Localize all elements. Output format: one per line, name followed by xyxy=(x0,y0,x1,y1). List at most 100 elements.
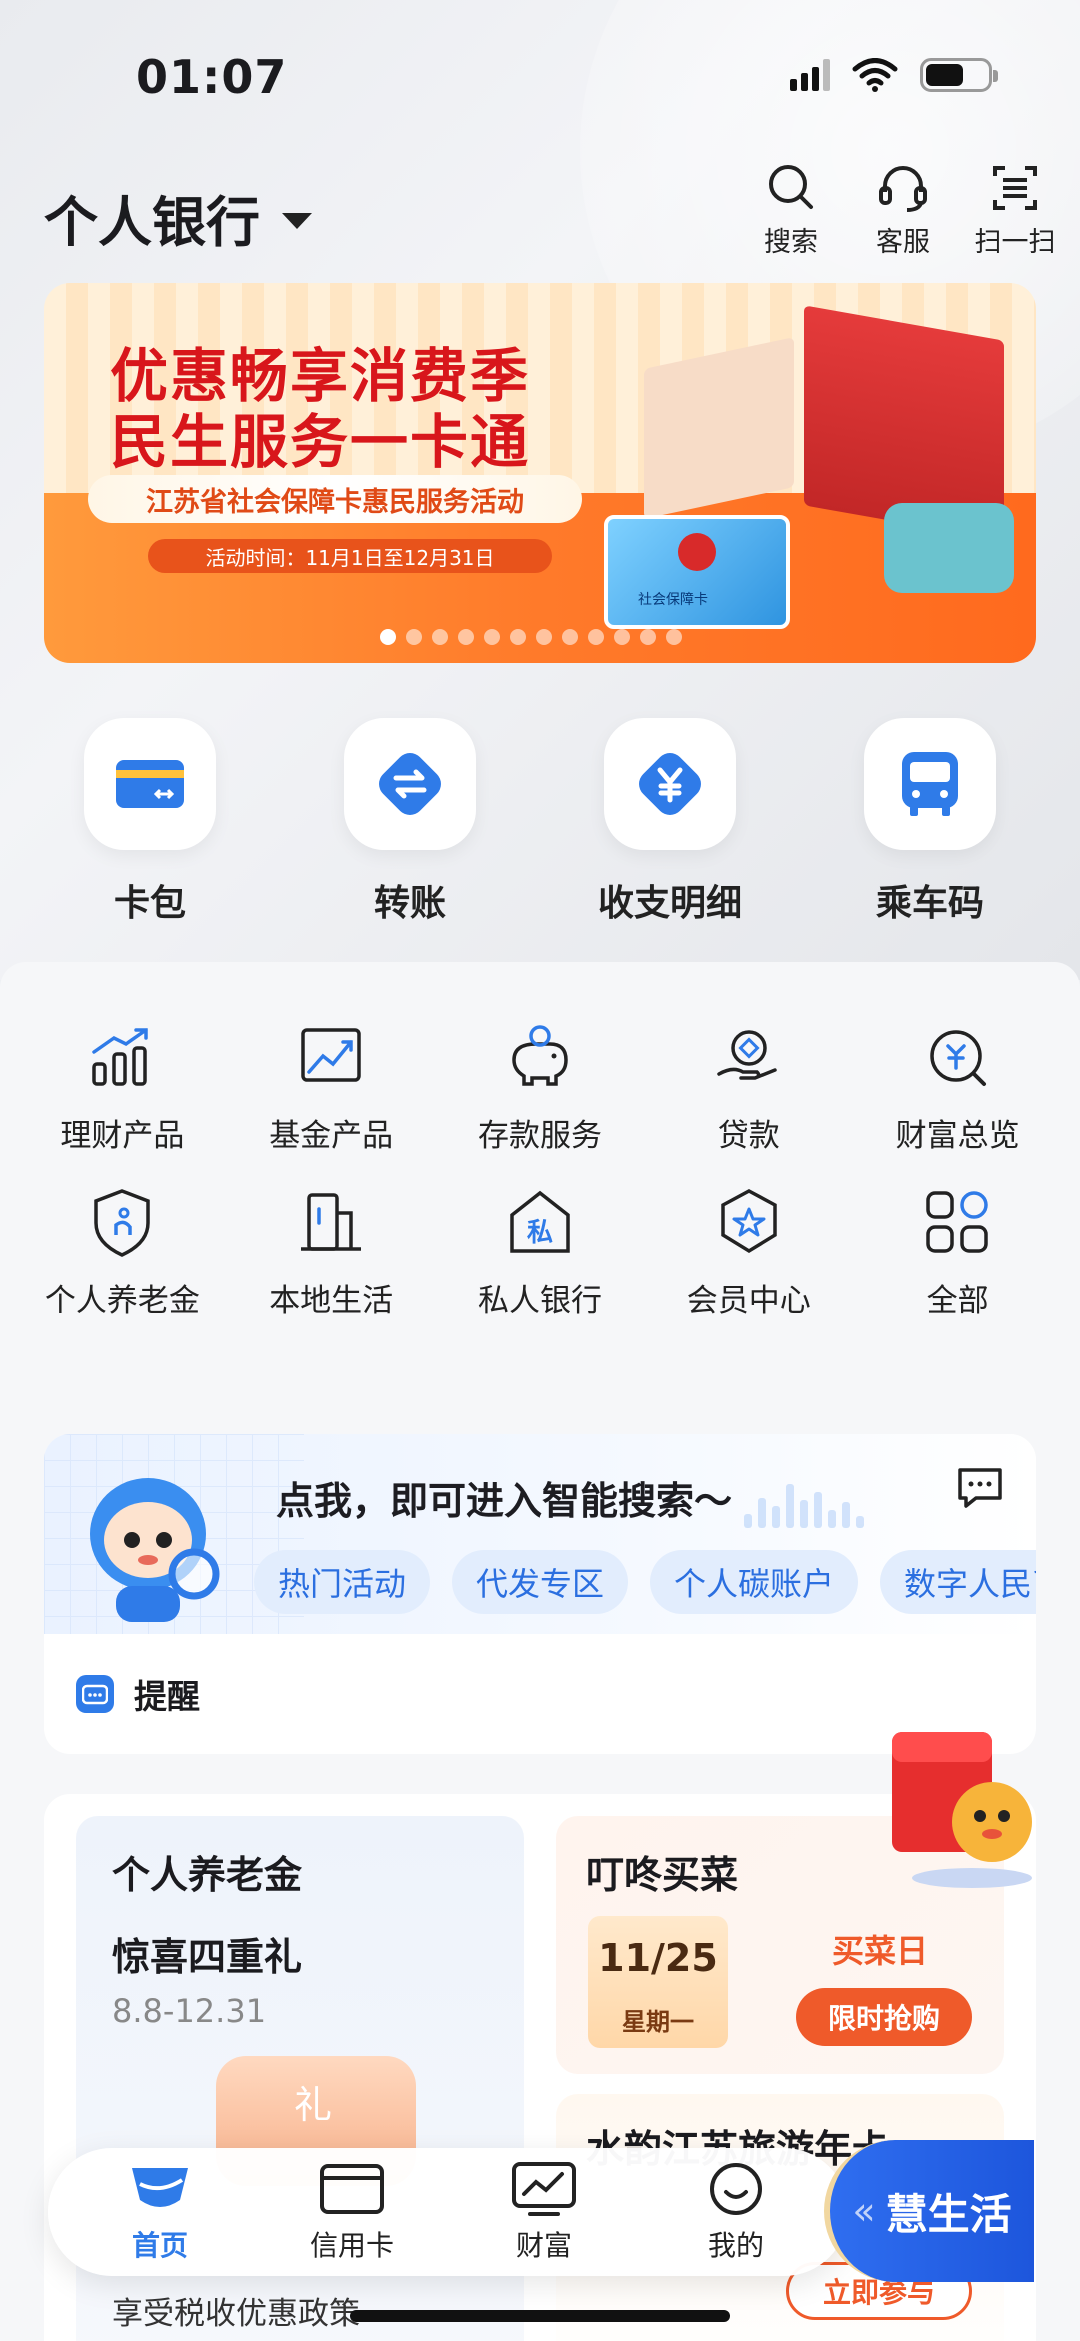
nav-wealth[interactable]: 财富 xyxy=(459,2160,629,2264)
service-deposit[interactable]: 存款服务 xyxy=(436,1018,645,1155)
all-grid-icon xyxy=(925,1191,988,1253)
reminder-label: 提醒 xyxy=(134,1677,200,1716)
chip-digital-rmb[interactable]: 数字人民币 xyxy=(880,1550,1036,1614)
service-private-banking[interactable]: 私 私人银行 xyxy=(436,1183,645,1320)
service-all[interactable]: 全部 xyxy=(853,1183,1062,1320)
bus-code-button[interactable]: 乘车码 xyxy=(810,718,1050,928)
service-wealth-products[interactable]: 理财产品 xyxy=(18,1018,227,1155)
carousel-dot[interactable] xyxy=(406,629,422,645)
header-actions: 搜索 客服 扫一扫 xyxy=(746,160,1060,259)
transfer-button[interactable]: 转账 xyxy=(290,718,530,928)
service-label: 私人银行 xyxy=(477,1283,602,1319)
pension-promo-title: 个人养老金 xyxy=(112,1853,303,1897)
battery-icon xyxy=(920,58,998,92)
carousel-dot[interactable] xyxy=(666,629,682,645)
member-star-icon xyxy=(721,1189,777,1254)
service-fund-products[interactable]: 基金产品 xyxy=(227,1018,436,1155)
search-button[interactable]: 搜索 xyxy=(746,160,836,259)
floating-mascot-icon[interactable] xyxy=(882,1722,1042,1892)
banner-scooter-illustration xyxy=(884,503,1014,593)
smart-life-button[interactable]: « 慧生活 xyxy=(824,2140,1034,2282)
chip-payroll-zone[interactable]: 代发专区 xyxy=(452,1550,629,1614)
banner-headline: 优惠畅享消费季 民生服务一卡通 xyxy=(110,343,530,475)
wealth-search-icon xyxy=(929,1030,986,1086)
service-label: 本地生活 xyxy=(269,1283,394,1319)
carousel-dot[interactable] xyxy=(510,629,526,645)
app-header: 个人银行 搜索 客服 扫一扫 xyxy=(0,160,1080,270)
carousel-dot[interactable] xyxy=(484,629,500,645)
nav-credit-card[interactable]: 信用卡 xyxy=(267,2160,437,2264)
smart-search-card: 点我，即可进入智能搜索～ 热门活动 代发专区 个人碳账户 数字人民币 提醒 xyxy=(44,1434,1036,1754)
carousel-dot[interactable] xyxy=(640,629,656,645)
main-panel: 理财产品 基金产品 存款服务 贷款 财富总览 个人养老金 本地生活 私 私人银行 xyxy=(0,962,1080,2341)
service-label: 贷款 xyxy=(717,1118,780,1154)
bank-switcher[interactable]: 个人银行 xyxy=(44,178,312,257)
status-time: 01:07 xyxy=(136,50,288,104)
carousel-dot[interactable] xyxy=(458,629,474,645)
card-wallet-icon xyxy=(84,718,216,850)
service-label: 理财产品 xyxy=(60,1118,185,1154)
smart-life-label: 慧生活 xyxy=(885,2189,1012,2239)
chip-hot-activities[interactable]: 热门活动 xyxy=(254,1550,431,1614)
customer-service-button[interactable]: 客服 xyxy=(858,160,948,259)
quick-actions: 卡包 转账 收支明细 乘车码 xyxy=(0,718,1080,928)
scan-button[interactable]: 扫一扫 xyxy=(970,160,1060,259)
cellular-signal-icon xyxy=(790,59,830,91)
banner-building-illustration xyxy=(644,337,794,519)
date-ticket: 11/25 星期一 xyxy=(588,1916,728,2048)
bar-chart-icon xyxy=(92,1028,149,1086)
double-chevron-left-icon: « xyxy=(852,2189,876,2233)
home-indicator[interactable] xyxy=(350,2310,730,2322)
profile-smile-icon xyxy=(710,2163,762,2215)
status-icons xyxy=(790,58,998,92)
carousel-dot[interactable] xyxy=(588,629,604,645)
nav-label: 财富 xyxy=(515,2229,572,2262)
carousel-dot[interactable] xyxy=(432,629,448,645)
grocery-date: 11/25 xyxy=(598,1936,718,1980)
building-icon xyxy=(301,1193,362,1251)
card-wallet-button[interactable]: 卡包 xyxy=(30,718,270,928)
pension-shield-icon xyxy=(94,1189,151,1257)
headset-icon xyxy=(879,166,927,212)
reminder-icon xyxy=(76,1675,114,1713)
social-security-card-image: 社会保障卡 xyxy=(604,515,790,629)
nav-mine[interactable]: 我的 xyxy=(651,2160,821,2264)
service-member-center[interactable]: 会员中心 xyxy=(644,1183,853,1320)
search-icon xyxy=(769,165,813,209)
transaction-detail-button[interactable]: 收支明细 xyxy=(550,718,790,928)
scan-icon xyxy=(993,166,1037,210)
transaction-detail-label: 收支明细 xyxy=(597,883,742,924)
grocery-tag: 买菜日 xyxy=(832,1932,929,1970)
rush-buy-button[interactable]: 限时抢购 xyxy=(796,1988,972,2046)
banner-headline-line2: 民生服务一卡通 xyxy=(110,408,531,476)
service-loan[interactable]: 贷款 xyxy=(644,1018,853,1155)
message-icon[interactable] xyxy=(954,1464,1006,1512)
service-pension[interactable]: 个人养老金 xyxy=(18,1183,227,1320)
home-icon xyxy=(132,2168,188,2207)
carousel-dot[interactable] xyxy=(380,629,396,645)
carousel-dot[interactable] xyxy=(536,629,552,645)
pension-promo-headline: 惊喜四重礼 xyxy=(112,1935,303,1979)
banner-subtitle: 江苏省社会保障卡惠民服务活动 xyxy=(88,475,582,523)
carousel-dot[interactable] xyxy=(562,629,578,645)
service-label: 全部 xyxy=(926,1283,989,1319)
pension-promo-dates: 8.8-12.31 xyxy=(112,1992,267,2030)
grocery-promo-title: 叮咚买菜 xyxy=(586,1853,739,1897)
voice-wave-icon xyxy=(744,1482,864,1528)
transfer-label: 转账 xyxy=(373,883,446,924)
carousel-dot[interactable] xyxy=(614,629,630,645)
scan-label: 扫一扫 xyxy=(974,227,1056,258)
card-text: 社会保障卡 xyxy=(638,592,708,608)
carousel-dots[interactable] xyxy=(380,629,682,645)
service-local-life[interactable]: 本地生活 xyxy=(227,1183,436,1320)
nav-label: 首页 xyxy=(131,2229,188,2262)
nav-home[interactable]: 首页 xyxy=(75,2160,245,2264)
service-label: 财富总览 xyxy=(895,1118,1020,1154)
credit-card-icon xyxy=(320,2164,384,2214)
status-bar: 01:07 xyxy=(0,0,1080,150)
promo-banner[interactable]: 优惠畅享消费季 民生服务一卡通 江苏省社会保障卡惠民服务活动 活动时间：11月1… xyxy=(44,283,1036,663)
service-wealth-overview[interactable]: 财富总览 xyxy=(853,1018,1062,1155)
chip-carbon-account[interactable]: 个人碳账户 xyxy=(650,1550,859,1614)
banner-headline-line1: 优惠畅享消费季 xyxy=(110,342,531,410)
trend-chart-icon xyxy=(301,1028,361,1082)
